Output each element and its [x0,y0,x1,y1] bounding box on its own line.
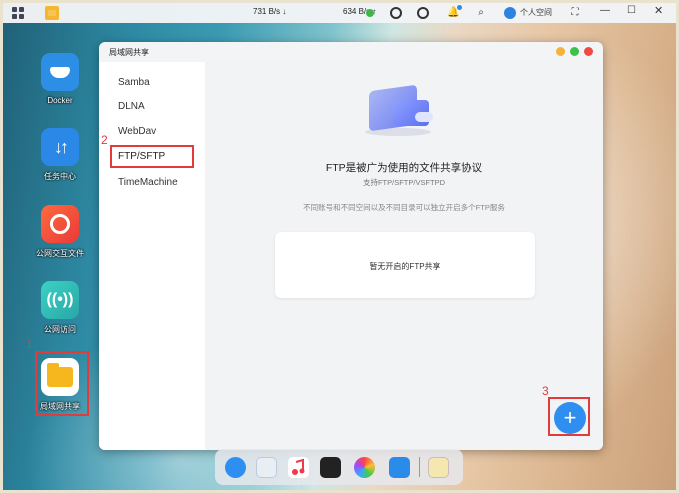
sidebar-item-dlna[interactable]: DLNA [118,101,145,112]
task-center-icon: ↓↑ [41,128,79,166]
maximize-dot[interactable] [570,47,579,56]
annotation-box-2 [110,145,194,168]
sidebar-item-timemachine[interactable]: TimeMachine [118,177,178,188]
ftp-illustration [351,78,443,140]
empty-state-card: 暂无开启的FTP共享 [275,232,535,298]
window-controls [556,47,593,56]
download-speed: 731 B/s ↓ [253,7,287,16]
annotation-number-1: 1 [26,337,33,351]
dock [215,449,463,485]
ftp-subtitle: 支持FTP/SFTP/VSFTPD [362,178,446,187]
desktop-icon-public-file[interactable]: 公网交互文件 [30,205,90,259]
sidebar-item-webdav[interactable]: WebDav [118,126,156,137]
search-icon[interactable]: ⌕ [475,7,487,19]
desktop-icon-label: 公网访问 [44,325,76,334]
notes-icon[interactable] [428,457,449,478]
annotation-number-3: 3 [542,384,549,398]
sync-icon[interactable] [417,7,429,19]
photos-icon[interactable] [354,457,375,478]
maximize-icon[interactable]: ☐ [627,5,636,16]
fullscreen-icon[interactable]: ⛶ [569,7,581,19]
sidebar: Samba DLNA WebDav FTP/SFTP TimeMachine [99,62,205,450]
files-icon[interactable] [389,457,410,478]
desktop-icon-label: Docker [47,96,73,105]
minimize-dot[interactable] [556,47,565,56]
close-dot[interactable] [584,47,593,56]
desktop-icon-label: 公网交互文件 [36,249,84,258]
ftp-title: FTP是被广为使用的文件共享协议 [325,162,483,174]
music-icon[interactable] [288,457,309,478]
antenna-icon: ((•)) [41,281,79,319]
ftp-description: 不同账号和不同空间以及不同目录可以独立开启多个FTP服务 [303,203,505,212]
window-title: 局域网共享 [109,48,149,57]
bell-icon[interactable]: 🔔 [447,5,462,19]
top-bar: 731 B/s ↓ 634 B/s ↑ 🔔 ⌕ 个人空间 ⛶ — ☐ ✕ [3,3,676,23]
close-icon[interactable]: ✕ [654,4,663,17]
sidebar-item-samba[interactable]: Samba [118,77,150,88]
user-space-label[interactable]: 个人空间 [520,7,552,18]
apps-icon[interactable] [225,457,246,478]
minimize-icon[interactable]: — [600,5,610,16]
desktop-icon-public-access[interactable]: ((•)) 公网访问 [30,281,90,335]
annotation-number-2: 2 [101,133,108,147]
network-icon[interactable] [390,7,402,19]
video-icon[interactable] [320,457,341,478]
app-grid-icon[interactable] [12,7,24,19]
desktop-icon-docker[interactable]: Docker [30,53,90,105]
recycle-icon[interactable] [256,457,277,478]
user-avatar-icon[interactable] [504,7,516,19]
annotation-box-1 [35,351,89,416]
desktop-icon-task-center[interactable]: ↓↑ 任务中心 [30,128,90,182]
docker-icon [41,53,79,91]
status-dot-icon [366,9,374,17]
notification-badge [457,5,462,10]
folder-icon[interactable] [45,6,59,20]
empty-state-text: 暂无开启的FTP共享 [369,262,441,271]
annotation-box-3 [548,397,590,436]
public-share-icon [41,205,79,243]
dock-separator [419,457,420,477]
lan-share-window: 局域网共享 Samba DLNA WebDav FTP/SFTP TimeMac… [99,42,603,450]
desktop-icon-label: 任务中心 [44,172,76,181]
